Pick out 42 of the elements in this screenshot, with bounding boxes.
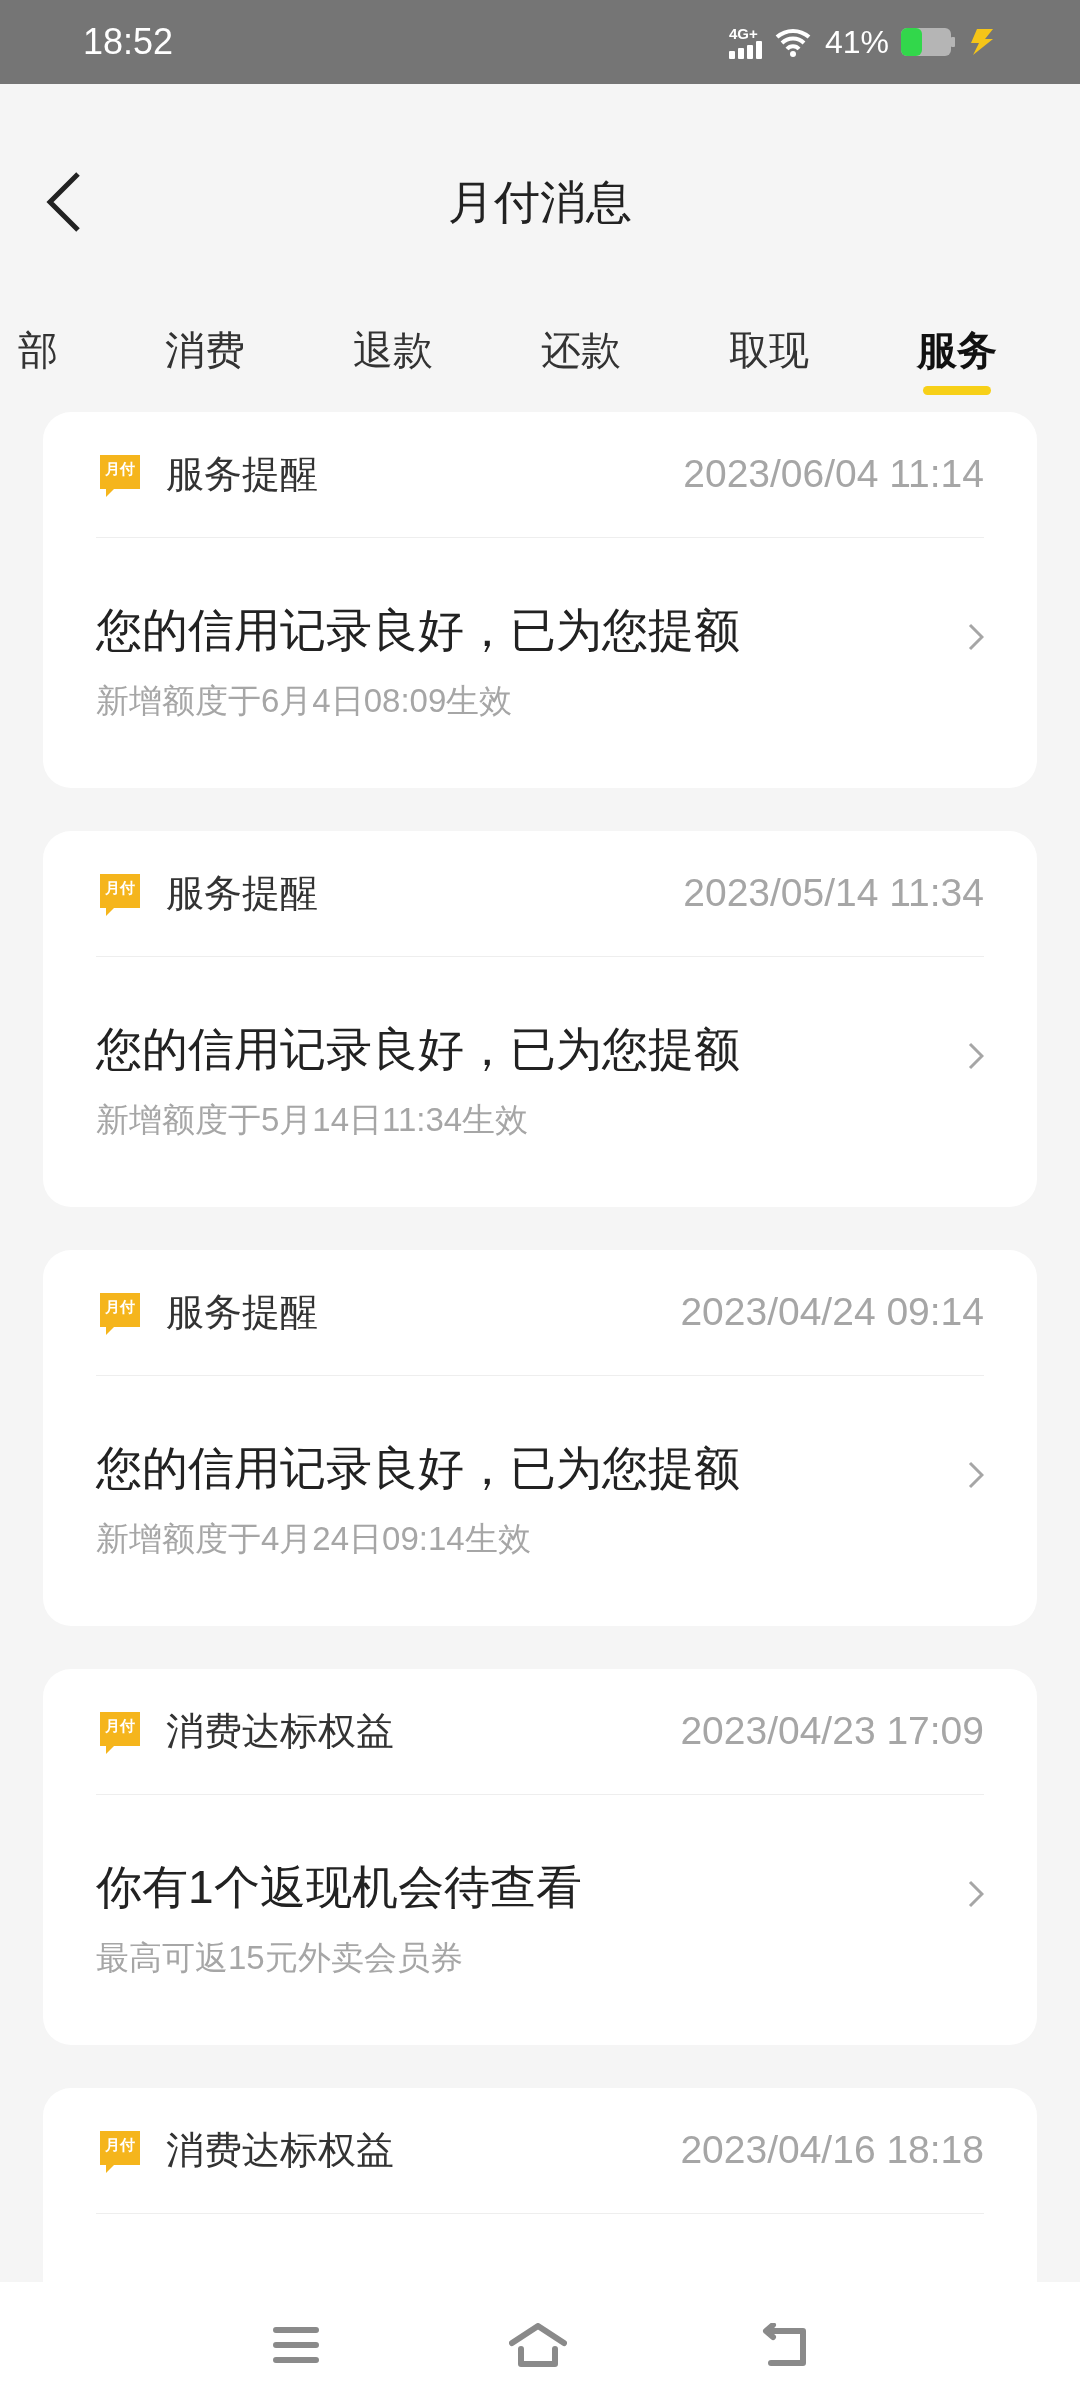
battery-icon — [901, 28, 955, 56]
message-category: 消费达标权益 — [166, 2128, 394, 2173]
message-time: 2023/04/23 17:09 — [680, 1708, 984, 1755]
message-detail: 新增额度于6月4日08:09生效 — [96, 681, 514, 721]
network-type: 4G+ — [728, 25, 758, 41]
tab[interactable]: 还款 — [487, 320, 675, 395]
menu-icon[interactable] — [273, 2326, 319, 2364]
message-category: 服务提醒 — [166, 1290, 318, 1335]
message-text: 您的信用记录良好，已为您提额 — [96, 1441, 740, 1496]
message-time: 2023/04/24 09:14 — [680, 1289, 984, 1336]
message-card[interactable]: 月付 服务提醒 2023/04/24 09:14 您的信用记录良好，已为您提额 新增额度于4月24日09:14生效 — [43, 1250, 1037, 1626]
status-time: 18:52 — [83, 20, 174, 64]
message-category: 消费达标权益 — [166, 1709, 394, 1754]
chevron-right-icon — [968, 622, 984, 651]
message-card[interactable]: 月付 服务提醒 2023/05/14 11:34 您的信用记录良好，已为您提额 新增额度于5月14日11:34生效 — [43, 831, 1037, 1207]
message-card[interactable]: 月付 消费达标权益 2023/04/16 18:18 — [43, 2088, 1037, 2282]
message-time: 2023/04/16 18:18 — [680, 2127, 984, 2174]
message-category: 服务提醒 — [166, 452, 318, 497]
message-time: 2023/05/14 11:34 — [683, 870, 984, 917]
page-title: 月付消息 — [448, 174, 632, 230]
message-time: 2023/06/04 11:14 — [683, 451, 984, 498]
chevron-right-icon — [968, 1041, 984, 1070]
chevron-right-icon — [968, 1460, 984, 1489]
message-text: 您的信用记录良好，已为您提额 — [96, 603, 740, 658]
message-card[interactable]: 月付 服务提醒 2023/06/04 11:14 您的信用记录良好，已为您提额 新增额度于6月4日08:09生效 — [43, 412, 1037, 788]
tab[interactable]: 部 — [0, 320, 111, 395]
message-detail: 新增额度于4月24日09:14生效 — [96, 1519, 532, 1559]
wifi-icon — [774, 27, 813, 57]
chevron-right-icon — [968, 1879, 984, 1908]
battery-percent: 41% — [824, 23, 889, 62]
message-category: 服务提醒 — [166, 871, 318, 916]
message-detail: 新增额度于5月14日11:34生效 — [96, 1100, 530, 1140]
tab[interactable]: 退款 — [299, 320, 487, 395]
signal-icon — [728, 40, 763, 59]
tab[interactable]: 消费 — [111, 320, 299, 395]
home-icon[interactable] — [509, 2323, 567, 2367]
message-text: 您的信用记录良好，已为您提额 — [96, 1022, 740, 1077]
tab[interactable]: 服务 — [863, 320, 1051, 395]
message-text: 你有1个返现机会待查看 — [96, 1860, 582, 1915]
message-detail: 最高可返15元外卖会员券 — [96, 1938, 464, 1978]
tab[interactable]: 取现 — [675, 320, 863, 395]
message-card[interactable]: 月付 消费达标权益 2023/04/23 17:09 你有1个返现机会待查看 最高可返15元外卖会员券 — [43, 1669, 1037, 2045]
